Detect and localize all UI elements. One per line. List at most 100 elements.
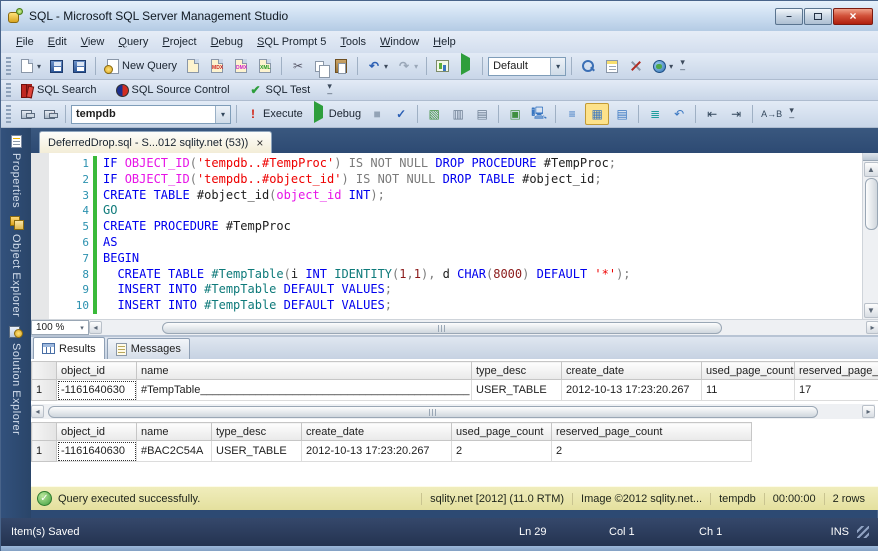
sql-search-button[interactable]: SQL Search [16,80,100,100]
sidebar-tab-properties[interactable]: Properties [1,128,31,208]
zoom-combobox[interactable]: 100 % ▾ [31,320,89,335]
column-header-reserved_page_count[interactable]: reserved_page_count [794,361,878,380]
menu-item-tools[interactable]: Tools [333,33,373,51]
decrease-indent-button[interactable]: ⇤ [701,104,723,124]
dmx-query-button[interactable]: DMX [230,56,252,76]
toolbar-grip[interactable] [6,56,11,76]
uncomment-button[interactable]: ↶ [668,104,690,124]
scroll-left-icon[interactable]: ◂ [31,405,44,418]
scrollbar-thumb[interactable] [48,405,818,418]
intellisense-button[interactable]: ▣ [504,104,526,124]
row-header[interactable]: 1 [31,379,57,401]
column-header-type_desc[interactable]: type_desc [471,361,562,380]
menu-item-view[interactable]: View [74,33,112,51]
scroll-down-icon[interactable]: ▼ [863,303,878,318]
menu-item-edit[interactable]: Edit [41,33,74,51]
find-button[interactable] [577,56,599,76]
scroll-right-icon[interactable]: ▸ [862,405,875,418]
scrollbar-thumb[interactable] [162,321,722,334]
editor-vertical-scrollbar[interactable]: ▲ ▼ [862,153,878,319]
grid-cell[interactable]: #BAC2C54A [136,440,212,462]
toolbar-overflow[interactable]: ▾ – [327,82,332,98]
menu-item-project[interactable]: Project [155,33,203,51]
chevron-down-icon[interactable]: ▾ [550,57,566,75]
connect-button[interactable] [16,105,37,124]
query-designer-button[interactable]: ▤ [471,104,493,124]
grid-cell[interactable]: -1161640630 [56,379,137,401]
database-engine-query-button[interactable] [182,56,204,76]
chevron-down-icon[interactable]: ▾ [215,105,230,123]
new-query-button[interactable]: New Query [101,56,180,76]
change-connection-button[interactable]: × [39,105,60,124]
parse-button[interactable]: ✓ [390,104,412,124]
client-statistics-button[interactable]: 🖳 [528,104,550,124]
code-area[interactable]: IF OBJECT_ID('tempdb..#TempProc') IS NOT… [97,153,862,319]
grid1-horizontal-scrollbar[interactable]: ◂ ▸ [31,404,875,419]
menu-item-debug[interactable]: Debug [204,33,250,51]
chevron-down-icon[interactable]: ▾ [76,324,88,332]
properties-window-button[interactable] [601,57,623,76]
save-button[interactable] [46,57,67,76]
start-button[interactable] [455,53,477,76]
grid-cell[interactable]: 2012-10-13 17:23:20.267 [301,440,452,462]
results-to-file-button[interactable]: ▤ [611,104,633,124]
mdx-query-button[interactable]: MDX [206,56,228,76]
menu-item-help[interactable]: Help [426,33,463,51]
sql-editor[interactable]: 1 2 3 4 5 6 7 8 9 10 IF OBJECT_ID('tempdb..#TempP… [31,153,878,319]
save-all-button[interactable] [69,57,90,76]
tab-results[interactable]: Results [33,337,105,359]
grid-corner-cell[interactable] [31,422,57,441]
grid-cell[interactable]: 2012-10-13 17:23:20.267 [561,379,702,401]
grid-cell[interactable]: #TempTable______________________________… [136,379,472,401]
query-options-button[interactable]: ▧ [423,104,445,124]
grid-cell[interactable]: 11 [701,379,795,401]
paste-button[interactable] [330,56,352,76]
results-to-grid-button[interactable]: ▦ [585,103,610,125]
cut-button[interactable]: ✂ [287,56,309,76]
column-header-name[interactable]: name [136,361,472,380]
scrollbar-thumb[interactable] [864,178,878,230]
close-button[interactable]: × [833,7,873,25]
close-icon[interactable]: × [256,137,263,149]
grid-cell[interactable]: -1161640630 [56,440,137,462]
sql-prompt-rename-button[interactable]: A→B [758,107,785,121]
scroll-up-icon[interactable]: ▲ [863,162,878,177]
grid-cell[interactable]: 2 [451,440,552,462]
menu-item-window[interactable]: Window [373,33,426,51]
toolbar-grip[interactable] [6,83,11,97]
tab-messages[interactable]: Messages [106,338,190,359]
menu-item-file[interactable]: File [9,33,41,51]
database-combobox[interactable]: tempdb ▾ [71,104,231,124]
column-header-used_page_count[interactable]: used_page_count [451,422,552,441]
column-header-reserved_page_count[interactable]: reserved_page_count [551,422,752,441]
grid-corner-cell[interactable] [31,361,57,380]
toolbar-overflow[interactable]: ▾ – [680,58,685,74]
toolbar-grip[interactable] [6,104,11,124]
execute-button[interactable]: ! Execute [242,104,306,124]
row-header[interactable]: 1 [31,440,57,462]
maximize-button[interactable] [804,7,832,25]
undo-button[interactable]: ↶ ▾ [363,56,391,76]
scroll-left-icon[interactable]: ◂ [89,321,102,334]
grid-cell[interactable]: 2 [551,440,752,462]
resize-grip-icon[interactable] [857,526,869,538]
debug-button[interactable]: Debug [308,101,364,124]
sidebar-tab-solution-explorer[interactable]: Solution Explorer [1,317,31,436]
sidebar-tab-object-explorer[interactable]: Object Explorer [1,208,31,317]
column-header-used_page_count[interactable]: used_page_count [701,361,795,380]
activity-monitor-button[interactable] [432,56,453,76]
splitter-handle[interactable] [863,153,878,161]
grid-cell[interactable]: 17 [794,379,878,401]
sql-test-button[interactable]: ✔ SQL Test [245,80,314,100]
copy-button[interactable] [311,58,331,78]
column-header-object_id[interactable]: object_id [56,422,137,441]
scroll-right-icon[interactable]: ▸ [866,321,878,334]
minimize-button[interactable]: – [775,7,803,25]
column-header-object_id[interactable]: object_id [56,361,137,380]
increase-indent-button[interactable]: ⇥ [725,104,747,124]
toolbar-overflow[interactable]: ▾ – [789,106,794,122]
column-header-create_date[interactable]: create_date [301,422,452,441]
tools-button[interactable] [625,56,647,76]
redo-button[interactable]: ↷ ▾ [393,56,421,76]
menu-item-sql-prompt-5[interactable]: SQL Prompt 5 [250,33,333,51]
